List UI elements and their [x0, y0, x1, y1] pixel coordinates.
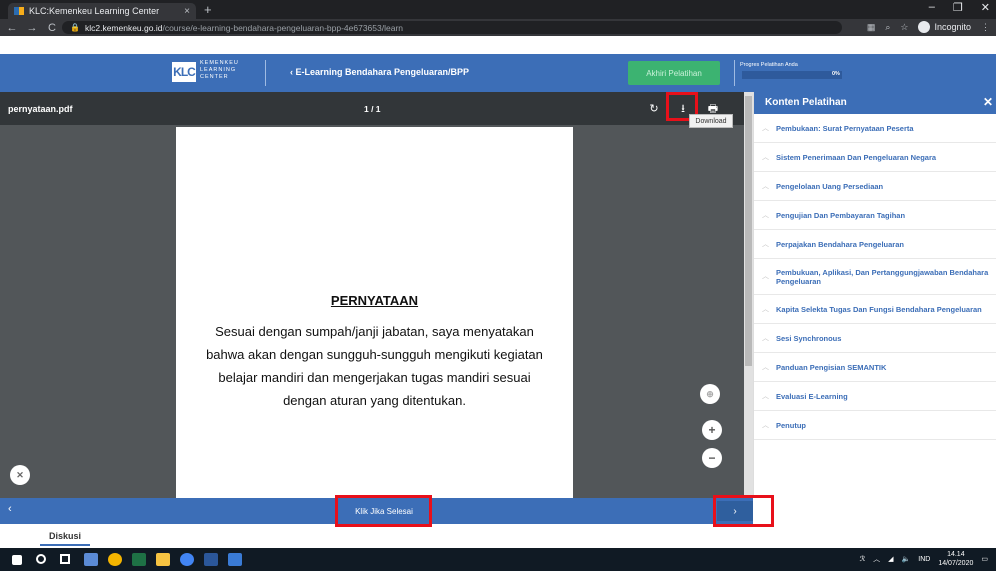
scrollbar-thumb[interactable] [745, 96, 752, 366]
progress-percent: 0% [832, 71, 840, 77]
app-icon[interactable] [84, 553, 98, 566]
sidebar-close-icon[interactable]: ✕ [983, 95, 993, 109]
sidebar-item[interactable]: ︿ Pembukuan, Aplikasi, Dan Pertanggungjaw… [754, 259, 996, 295]
fit-page-icon[interactable]: ⊕ [700, 384, 720, 404]
chevron-up-icon: ︿ [762, 211, 769, 219]
chevron-up-icon: ︿ [762, 124, 769, 132]
network-icon[interactable]: ◢ [888, 555, 893, 563]
incognito-indicator[interactable]: Incognito [918, 21, 971, 33]
fullscreen-icon[interactable]: ✕ [10, 465, 30, 485]
system-tray: ℛ ︿ ◢ 🔈 IND 14.14 14/07/2020 ▭ [860, 550, 988, 568]
progress-bar [742, 71, 842, 79]
close-window-icon[interactable]: ✕ [981, 1, 990, 14]
pdf-page: PERNYATAAN Sesuai dengan sumpah/janji ja… [176, 127, 573, 498]
task-view-icon[interactable] [60, 554, 70, 564]
sidebar-item[interactable]: ︿ Sesi Synchronous [754, 324, 996, 353]
chevron-up-icon: ︿ [762, 240, 769, 248]
sidebar-item[interactable]: ︿ Kapita Selekta Tugas Dan Fungsi Bendaha… [754, 295, 996, 324]
sidebar-item[interactable]: ︿ Pembukaan: Surat Pernyataan Peserta [754, 114, 996, 143]
document-title: PERNYATAAN [330, 293, 419, 308]
lock-icon: 🔒 [70, 23, 80, 32]
chevron-up-icon: ︿ [762, 421, 769, 429]
translate-icon[interactable]: ▦ [867, 22, 876, 33]
header-divider [265, 60, 266, 86]
tab-close-icon[interactable]: × [184, 6, 190, 17]
windows-start-icon[interactable] [12, 555, 22, 565]
browser-tab[interactable]: KLC:Kemenkeu Learning Center × [8, 3, 196, 19]
progress-label: Progres Pelatihan Anda [740, 62, 798, 68]
tab-discussion[interactable]: Diskusi [40, 528, 90, 546]
klc-logo-text: KEMENKEU LEARNING CENTER [200, 60, 239, 80]
next-lesson-highlight [713, 495, 774, 527]
forward-arrow-icon[interactable]: → [24, 22, 40, 34]
url-path: /course/e-learning-bendahara-pengeluaran… [162, 22, 404, 33]
header-divider [734, 60, 735, 86]
sidebar-item[interactable]: ︿ Evaluasi E-Learning [754, 382, 996, 411]
chevron-up-icon: ︿ [762, 153, 769, 161]
notification-icon[interactable]: ▭ [981, 555, 988, 563]
browser-menu-icon[interactable]: ⋮ [981, 22, 990, 33]
tab-title: KLC:Kemenkeu Learning Center [29, 6, 160, 16]
pdf-toolbar: pernyataan.pdf 1 / 1 ↻ ⭳ 🖶 [0, 92, 744, 125]
sidebar-item[interactable]: ︿ Penutup [754, 411, 996, 440]
app-icon[interactable] [228, 553, 242, 566]
zoom-search-icon[interactable]: ⌕ [885, 22, 890, 33]
bookmark-star-icon[interactable]: ☆ [900, 22, 908, 33]
maximize-window-icon[interactable]: ❐ [953, 1, 963, 14]
download-tooltip: Download [689, 114, 733, 128]
excel-icon[interactable] [132, 553, 146, 566]
site-header: KLC KEMENKEU LEARNING CENTER ‹ E-Learnin… [0, 54, 996, 92]
finish-training-button[interactable]: Akhiri Pelatihan [628, 61, 720, 85]
address-bar[interactable]: 🔒 klc2.kemenkeu.go.id /course/e-learning… [62, 21, 842, 34]
sidebar-list: ︿ Pembukaan: Surat Pernyataan Peserta ︿ Si… [754, 114, 996, 440]
document-body: Sesuai dengan sumpah/janji jabatan, saya… [206, 324, 543, 408]
back-arrow-icon[interactable]: ← [4, 22, 20, 34]
url-host: klc2.kemenkeu.go.id [84, 22, 163, 33]
chevron-up-icon: ︿ [762, 392, 769, 400]
chrome-icon[interactable] [108, 553, 122, 566]
people-icon[interactable]: ℛ [860, 555, 866, 563]
pdf-viewer: pernyataan.pdf 1 / 1 ↻ ⭳ 🖶 PERNYATAAN Se… [0, 92, 744, 498]
reload-icon[interactable]: C [44, 22, 60, 34]
windows-taskbar: ℛ ︿ ◢ 🔈 IND 14.14 14/07/2020 ▭ [0, 548, 996, 571]
minimize-window-icon[interactable]: – [929, 1, 935, 14]
sidebar-item[interactable]: ︿ Perpajakan Bendahara Pengeluaran [754, 230, 996, 259]
sidebar-item[interactable]: ︿ Pengelolaan Uang Persediaan [754, 172, 996, 201]
sidebar-header: Konten Pelatihan ✕ [754, 92, 996, 114]
sidebar-item[interactable]: ︿ Sistem Penerimaan Dan Pengeluaran Negar… [754, 143, 996, 172]
klc-favicon-icon [14, 7, 24, 15]
browser-tabstrip: KLC:Kemenkeu Learning Center × + – ❐ ✕ [0, 0, 996, 19]
sidebar-item[interactable]: ︿ Panduan Pengisian SEMANTIK [754, 353, 996, 382]
course-content-sidebar: Konten Pelatihan ✕ ︿ Pembukaan: Surat Per… [753, 92, 996, 498]
language-indicator[interactable]: IND [918, 556, 930, 563]
chevron-up-icon: ︿ [762, 273, 769, 280]
course-back-link[interactable]: ‹ E-Learning Bendahara Pengeluaran/BPP [290, 67, 469, 77]
zoom-out-icon[interactable]: − [702, 448, 722, 468]
chevron-up-icon: ︿ [762, 305, 769, 313]
sidebar-item[interactable]: ︿ Pengujian Dan Pembayaran Tagihan [754, 201, 996, 230]
mark-complete-highlight [335, 495, 432, 527]
chevron-up-icon: ︿ [762, 334, 769, 342]
volume-icon[interactable]: 🔈 [902, 555, 911, 563]
search-icon[interactable] [36, 554, 46, 564]
chevron-up-icon: ︿ [762, 182, 769, 190]
pdf-scrollbar[interactable] [744, 92, 753, 498]
incognito-label: Incognito [934, 22, 971, 32]
show-hidden-icons-icon[interactable]: ︿ [873, 554, 880, 564]
zoom-in-icon[interactable]: + [702, 420, 722, 440]
previous-lesson-button[interactable]: ‹ [8, 503, 12, 515]
file-explorer-icon[interactable] [156, 553, 170, 566]
klc-logo[interactable]: KLC [172, 62, 196, 82]
chrome-incognito-icon[interactable] [180, 553, 194, 566]
sidebar-title: Konten Pelatihan [765, 97, 847, 108]
clock[interactable]: 14.14 14/07/2020 [938, 550, 973, 568]
word-icon[interactable] [204, 553, 218, 566]
pdf-filename: pernyataan.pdf [8, 104, 73, 114]
rotate-icon[interactable]: ↻ [646, 101, 662, 117]
chevron-up-icon: ︿ [762, 363, 769, 371]
incognito-icon [918, 21, 931, 33]
pdf-page-counter: 1 / 1 [364, 104, 381, 114]
browser-toolbar: ← → C 🔒 klc2.kemenkeu.go.id /course/e-le… [0, 19, 996, 36]
new-tab-button[interactable]: + [204, 2, 212, 17]
